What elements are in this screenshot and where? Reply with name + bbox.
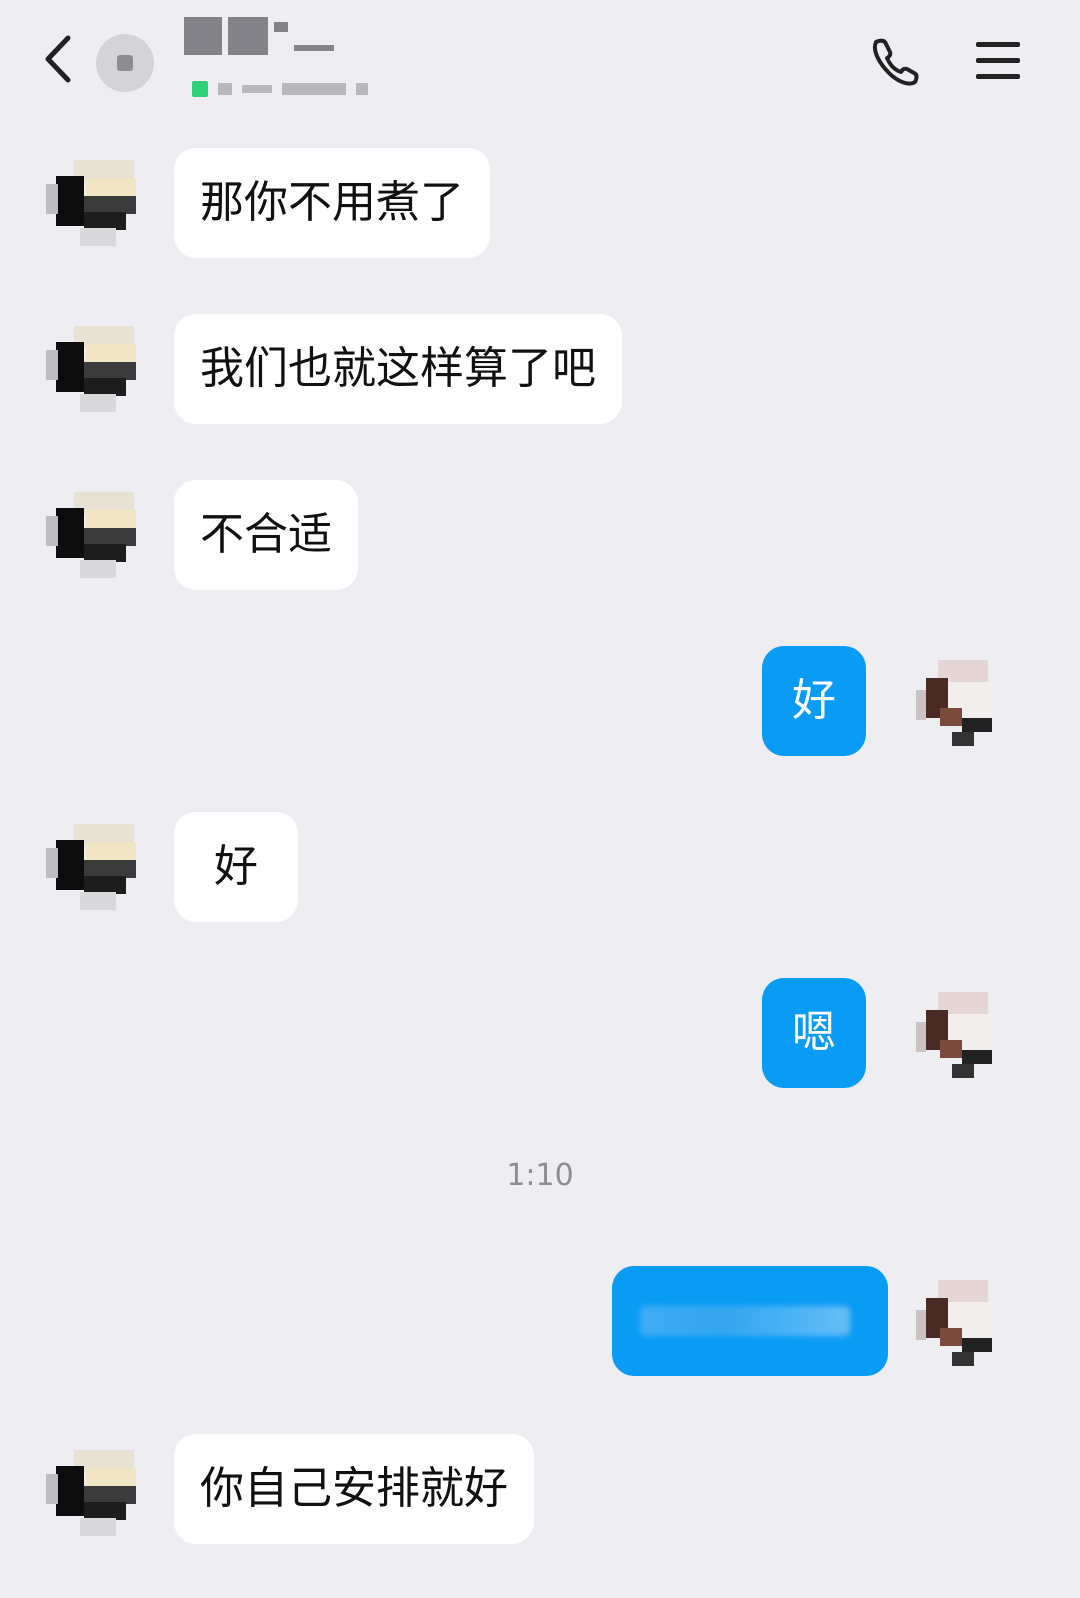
avatar-placeholder-icon — [117, 55, 133, 71]
contact-message-avatar[interactable] — [46, 316, 146, 416]
status-text-blur — [218, 83, 232, 95]
chat-screen: 那你不用煮了 我们也就这样算了吧 不合适 好 好 嗯 1:10 你自己安排就好 — [0, 0, 1080, 1598]
outgoing-message-bubble[interactable]: 好 — [762, 646, 866, 756]
hamburger-menu-icon — [976, 42, 1020, 79]
contact-message-avatar[interactable] — [46, 482, 146, 582]
message-timestamp: 1:10 — [506, 1158, 574, 1193]
online-status-icon — [192, 81, 208, 97]
phone-icon — [873, 38, 919, 86]
back-button[interactable] — [38, 30, 82, 88]
contact-avatar[interactable] — [96, 34, 154, 92]
status-text-blur — [356, 83, 368, 95]
my-avatar[interactable] — [916, 1270, 1006, 1370]
incoming-message-bubble[interactable]: 那你不用煮了 — [174, 148, 490, 258]
incoming-message-bubble[interactable]: 我们也就这样算了吧 — [174, 314, 622, 424]
chat-header — [0, 0, 1080, 120]
incoming-message-bubble[interactable]: 好 — [174, 812, 298, 922]
contact-status — [192, 78, 368, 100]
chevron-left-icon — [45, 35, 71, 83]
my-avatar[interactable] — [916, 982, 1006, 1082]
contact-message-avatar[interactable] — [46, 1440, 146, 1540]
my-avatar[interactable] — [916, 650, 1006, 750]
status-text-blur — [282, 83, 346, 95]
menu-button[interactable] — [974, 40, 1022, 82]
outgoing-message-bubble[interactable]: 嗯 — [762, 978, 866, 1088]
contact-name[interactable] — [184, 14, 334, 58]
status-text-blur — [242, 85, 272, 93]
contact-message-avatar[interactable] — [46, 814, 146, 914]
call-button[interactable] — [868, 34, 922, 88]
incoming-message-bubble[interactable]: 你自己安排就好 — [174, 1434, 534, 1544]
contact-message-avatar[interactable] — [46, 150, 146, 250]
outgoing-message-bubble[interactable] — [612, 1266, 888, 1376]
incoming-message-bubble[interactable]: 不合适 — [174, 480, 358, 590]
